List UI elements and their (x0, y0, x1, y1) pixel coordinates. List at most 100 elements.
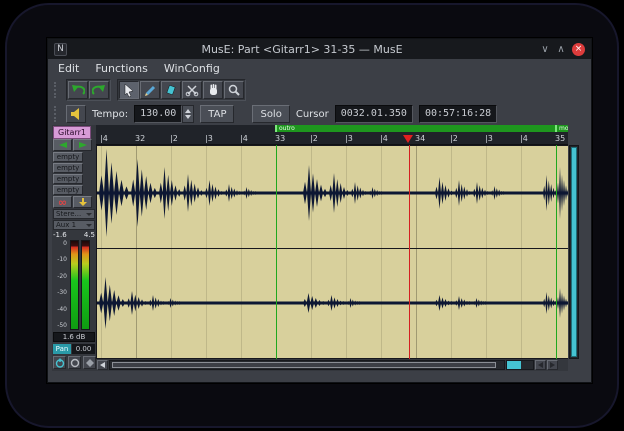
zoom-tool-button[interactable] (224, 81, 244, 99)
meter-scale-label: -40 (57, 306, 67, 313)
diamond-icon (85, 358, 95, 368)
ruler-tick: |2 (450, 133, 458, 144)
toolbar-grip[interactable] (54, 82, 58, 98)
minimize-button[interactable]: ∨ (537, 44, 553, 55)
hscroll-track[interactable] (109, 360, 505, 370)
marker-label: outro (279, 125, 295, 132)
canvas-column: outromo |432|2|3|433|2|3|434|2|3|435 (96, 125, 568, 371)
prev-part-button[interactable] (53, 139, 72, 151)
record-button[interactable] (68, 356, 81, 369)
undo-icon (71, 84, 85, 96)
titlebar[interactable]: N MusE: Part <Gitarr1> 31-35 — MusE ∨ ∧ … (48, 39, 591, 59)
arrow-left-icon (58, 141, 68, 149)
meter-scale-label: -10 (57, 256, 67, 263)
loop-button[interactable]: ∞ (53, 196, 72, 208)
ruler-tick: 32 (135, 133, 145, 144)
power-button[interactable] (53, 356, 66, 369)
spin-down-icon[interactable] (185, 115, 191, 119)
maximize-button[interactable]: ∧ (553, 44, 569, 55)
marker-line (276, 145, 277, 359)
zoom-out-button[interactable] (535, 360, 546, 370)
zoom-slider[interactable] (506, 360, 534, 370)
vscroll-thumb[interactable] (571, 147, 577, 357)
muse-window: N MusE: Part <Gitarr1> 31-35 — MusE ∨ ∧ … (47, 38, 592, 383)
meter-scale-label: 0 (63, 240, 67, 247)
solo-button[interactable]: Solo (252, 105, 289, 123)
chevron-down-icon (86, 213, 92, 216)
wave-canvas[interactable] (96, 145, 568, 359)
part-list-item[interactable]: empty (53, 163, 83, 173)
magnifier-icon (227, 83, 241, 97)
part-list-item[interactable]: empty (53, 174, 83, 184)
peak-right-value: 4.5 (84, 231, 95, 239)
tap-button[interactable]: TAP (200, 105, 234, 123)
zoom-in-button[interactable] (547, 360, 558, 370)
next-part-button[interactable] (73, 139, 92, 151)
gain-display[interactable]: 1.6 dB (53, 332, 95, 342)
menu-edit[interactable]: Edit (58, 62, 79, 75)
part-list-item[interactable]: empty (53, 185, 83, 195)
marker-band[interactable]: outromo (96, 125, 568, 132)
cutter-tool-button[interactable] (182, 81, 202, 99)
playhead-line (409, 145, 410, 359)
pan-tool-button[interactable] (203, 81, 223, 99)
hand-icon (206, 83, 220, 97)
level-meter: 0-10-20-30-40-50 (53, 240, 95, 330)
horizontal-scrollbar[interactable] (96, 359, 568, 371)
ruler-tick: |4 (100, 133, 108, 144)
toolbar-grip-2[interactable] (54, 106, 58, 122)
metronome-button[interactable] (66, 105, 86, 123)
undo-button[interactable] (68, 81, 88, 99)
spin-up-icon[interactable] (185, 109, 191, 113)
zoom-fill (507, 361, 521, 369)
tempo-value[interactable]: 130.00 (134, 105, 182, 123)
menu-functions[interactable]: Functions (95, 62, 148, 75)
ruler-tick: |2 (170, 133, 178, 144)
ruler-tick: 33 (275, 133, 285, 144)
tempo-label: Tempo: (92, 109, 128, 120)
redo-button[interactable] (89, 81, 109, 99)
record-circle-icon (70, 358, 80, 368)
meter-scale: 0-10-20-30-40-50 (53, 240, 68, 330)
part-list-item[interactable]: empty (53, 152, 83, 162)
waveform (97, 145, 568, 359)
pencil-tool-button[interactable] (140, 81, 160, 99)
channel-mode-value: Stere... (56, 210, 81, 218)
hscroll-thumb[interactable] (112, 362, 496, 368)
aux-value: Aux 1 (56, 221, 76, 229)
triangle-left-icon (100, 362, 105, 368)
redo-icon (92, 84, 106, 96)
marker-region[interactable] (275, 125, 568, 132)
app-icon: N (54, 43, 67, 56)
channel-mode-combo[interactable]: Stere... (53, 209, 95, 219)
part-name-button[interactable]: Gitarr1 (53, 126, 91, 139)
arrow-right-icon (78, 141, 88, 149)
tool-group (117, 79, 246, 101)
marker-flag[interactable] (275, 125, 277, 132)
pencil-icon (143, 83, 157, 97)
vertical-scrollbar[interactable] (569, 145, 579, 359)
ruler-tick: |3 (485, 133, 493, 144)
cursor-label: Cursor (296, 109, 329, 120)
stereo-toggle-button[interactable] (83, 356, 96, 369)
track-strip: Gitarr1 emptyemptyemptyempty ∞ (52, 125, 96, 371)
eraser-tool-button[interactable] (161, 81, 181, 99)
marker-flag[interactable] (555, 125, 557, 132)
aux-combo[interactable]: Aux 1 (53, 220, 95, 230)
desktop-frame: N MusE: Part <Gitarr1> 31-35 — MusE ∨ ∧ … (5, 3, 619, 428)
tempo-spin-arrows[interactable] (182, 105, 194, 123)
pointer-tool-button[interactable] (119, 81, 139, 99)
pan-value[interactable]: 0.00 (72, 344, 95, 354)
punch-button[interactable] (73, 196, 92, 208)
scroll-left-button[interactable] (97, 360, 108, 370)
speaker-icon (69, 107, 83, 121)
menu-winconfig[interactable]: WinConfig (164, 62, 220, 75)
close-button[interactable]: × (572, 43, 585, 56)
undo-redo-group (66, 79, 111, 101)
edit-toolbar (48, 77, 591, 103)
peak-left-value: -1.6 (53, 231, 67, 239)
playhead-marker[interactable] (403, 135, 413, 143)
timeline-ruler[interactable]: |432|2|3|433|2|3|434|2|3|435 (96, 132, 568, 145)
ruler-tick: 35 (555, 133, 565, 144)
tempo-spinbox[interactable]: 130.00 (134, 105, 194, 123)
